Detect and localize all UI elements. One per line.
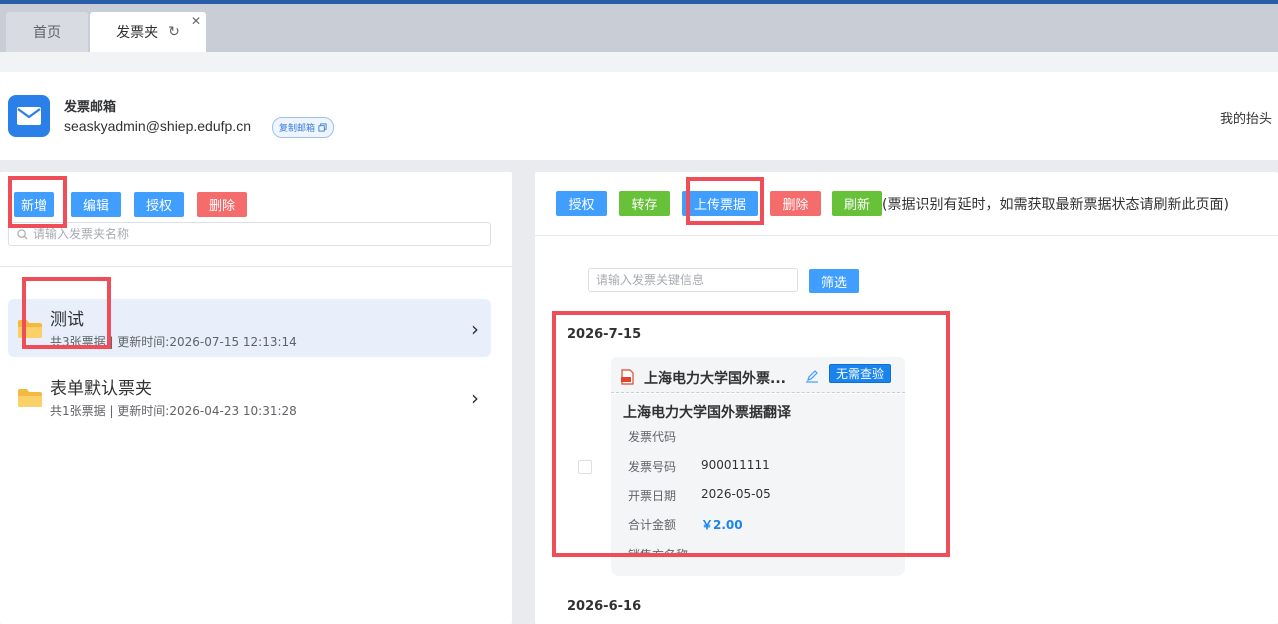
divider bbox=[535, 235, 1278, 236]
copy-icon bbox=[318, 123, 327, 132]
edit-button[interactable]: 编辑 bbox=[71, 192, 121, 217]
seller-name-label: 销售方名称 bbox=[628, 548, 689, 555]
copy-mailbox-button[interactable]: 复制邮箱 bbox=[272, 117, 335, 138]
chevron-right-icon: › bbox=[471, 317, 479, 341]
date-group-header: 2026-6-16 bbox=[567, 599, 642, 614]
folder-icon bbox=[18, 320, 42, 338]
close-icon[interactable]: ✕ bbox=[191, 14, 201, 28]
tab-invoice-folder-label: 发票夹 bbox=[116, 25, 159, 41]
copy-mailbox-label: 复制邮箱 bbox=[279, 124, 316, 134]
folder-name: 测试 bbox=[50, 310, 84, 330]
total-amount-value: ￥2.00 bbox=[701, 518, 743, 532]
authorize-invoice-button[interactable]: 授权 bbox=[556, 191, 607, 216]
chevron-right-icon: › bbox=[471, 386, 479, 410]
filter-button[interactable]: 筛选 bbox=[809, 269, 859, 293]
upload-invoice-button[interactable]: 上传票据 bbox=[682, 191, 758, 216]
folder-search-input[interactable] bbox=[33, 227, 473, 241]
invoice-header-title: 上海电力大学国外票... bbox=[644, 371, 786, 387]
invoice-panel: 授权 转存 上传票据 删除 刷新 (票据识别有延时，如需获取最新票据状态请刷新此… bbox=[535, 172, 1278, 624]
issue-date-value: 2026-05-05 bbox=[701, 487, 771, 501]
mailbox-address: seaskyadmin@shiep.edufp.cn bbox=[64, 118, 251, 134]
invoice-card-header[interactable]: 上海电力大学国外票... 无需查验 bbox=[611, 357, 905, 393]
folder-meta: 共3张票据 | 更新时间:2026-07-15 12:13:14 bbox=[50, 335, 297, 349]
folder-item-test[interactable]: 测试 共3张票据 | 更新时间:2026-07-15 12:13:14 › bbox=[8, 299, 491, 357]
tab-home[interactable]: 首页 bbox=[6, 12, 88, 52]
mailbox-header: 发票邮箱 seaskyadmin@shiep.edufp.cn 复制邮箱 我的抬… bbox=[0, 72, 1278, 160]
invoice-checkbox[interactable] bbox=[578, 460, 592, 474]
folder-name: 表单默认票夹 bbox=[50, 379, 152, 399]
delete-invoice-button[interactable]: 删除 bbox=[770, 191, 821, 216]
invoice-number-value: 900011111 bbox=[701, 458, 770, 472]
edit-icon[interactable] bbox=[805, 369, 819, 383]
invoice-code-label: 发票代码 bbox=[628, 430, 677, 444]
transfer-button[interactable]: 转存 bbox=[619, 191, 670, 216]
mailbox-title: 发票邮箱 bbox=[64, 100, 117, 115]
invoice-title: 上海电力大学国外票据翻译 bbox=[623, 405, 791, 421]
divider bbox=[0, 266, 512, 267]
folder-meta: 共1张票据 | 更新时间:2026-04-23 10:31:28 bbox=[50, 404, 297, 418]
refresh-button[interactable]: 刷新 bbox=[832, 191, 882, 216]
total-amount-label: 合计金额 bbox=[628, 518, 677, 532]
issue-date-label: 开票日期 bbox=[628, 489, 677, 503]
search-icon bbox=[17, 228, 28, 240]
tab-bar: 首页 发票夹 ↻ ✕ bbox=[0, 4, 1278, 52]
no-verify-badge: 无需查验 bbox=[829, 364, 892, 383]
folder-item-default[interactable]: 表单默认票夹 共1张票据 | 更新时间:2026-04-23 10:31:28 … bbox=[8, 368, 491, 426]
folder-panel: 新增 编辑 授权 删除 测试 共3张票据 | 更新时间:2026-07-15 1… bbox=[0, 172, 512, 624]
delete-button[interactable]: 删除 bbox=[197, 192, 247, 217]
invoice-keyword-input[interactable] bbox=[588, 268, 798, 292]
add-button[interactable]: 新增 bbox=[14, 192, 54, 217]
authorize-button[interactable]: 授权 bbox=[134, 192, 184, 217]
invoice-number-label: 发票号码 bbox=[628, 460, 677, 474]
tab-home-label: 首页 bbox=[33, 25, 61, 41]
spacer bbox=[0, 52, 1278, 72]
date-group-header: 2026-7-15 bbox=[567, 327, 642, 342]
tab-invoice-folder[interactable]: 发票夹 ↻ ✕ bbox=[90, 12, 206, 52]
pdf-icon bbox=[621, 369, 634, 385]
folder-icon bbox=[18, 389, 42, 407]
folder-search-box[interactable] bbox=[8, 222, 491, 246]
my-title-label[interactable]: 我的抬头 bbox=[1220, 108, 1272, 127]
refresh-icon[interactable]: ↻ bbox=[168, 24, 180, 40]
mail-icon bbox=[8, 95, 50, 137]
invoice-card-body[interactable]: 上海电力大学国外票据翻译 发票代码 发票号码 900011111 开票日期 20… bbox=[611, 394, 905, 576]
refresh-note: (票据识别有延时，如需获取最新票据状态请刷新此页面) bbox=[882, 197, 1229, 213]
